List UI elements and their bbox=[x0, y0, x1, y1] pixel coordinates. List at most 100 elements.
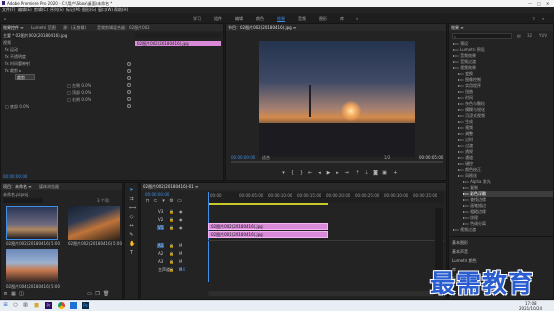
pen-tool-icon[interactable]: ✎ bbox=[129, 233, 134, 238]
effect-motion[interactable]: fx 运动 bbox=[5, 47, 18, 52]
track-header[interactable]: A3 🔒 M bbox=[143, 258, 207, 265]
crop-bottom[interactable]: □ 底部 0.0% bbox=[5, 104, 29, 109]
razor-tool-icon[interactable]: ◇ bbox=[129, 215, 134, 220]
ripple-edit-tool-icon[interactable]: ⟺ bbox=[129, 206, 136, 211]
minimize-button[interactable]: — bbox=[528, 1, 532, 6]
lock-icon[interactable]: 🔒 bbox=[169, 217, 174, 222]
captions-icon[interactable]: ▭ bbox=[177, 199, 182, 204]
track-header[interactable]: 主声道 🔒 M bbox=[143, 266, 207, 273]
tab-media-browser[interactable]: 媒体浏览器 bbox=[39, 184, 59, 189]
time-ruler[interactable]: 00:00 00:00:05:00 00:00:10:00 00:00:15:00 00… bbox=[208, 192, 444, 203]
trash-icon[interactable]: 🗑 bbox=[103, 292, 109, 297]
project-item-name[interactable]: 02图片002(20180416).jpg bbox=[68, 241, 112, 246]
keyframe-toggle-icon[interactable] bbox=[127, 97, 131, 101]
more-workspaces-icon[interactable]: » bbox=[356, 16, 358, 21]
export-icon[interactable]: ⇪ bbox=[532, 16, 535, 21]
export-frame-icon[interactable]: ◙ bbox=[373, 171, 378, 176]
new-bin-icon[interactable]: ▭ bbox=[87, 292, 92, 297]
go-to-out-icon[interactable]: ⇥ bbox=[344, 171, 349, 176]
yuv-effects-icon[interactable]: YUV bbox=[539, 33, 547, 38]
timeline-sequence-tab[interactable]: 02图片002(20180416)-01 ≡ bbox=[143, 184, 198, 189]
tab-effects[interactable]: 效果 ≡ bbox=[451, 25, 464, 30]
workspace-color[interactable]: 颜色 bbox=[256, 16, 264, 21]
menu-clip[interactable]: 剪辑(C) bbox=[34, 7, 48, 12]
workspace-assembly[interactable]: 组件 bbox=[214, 16, 222, 21]
mute-icon[interactable]: M bbox=[179, 243, 182, 248]
explorer-icon[interactable]: ▆ bbox=[34, 303, 39, 308]
track-header[interactable]: A2 🔒 M bbox=[143, 250, 207, 257]
clock-date[interactable]: 2021/10/24 bbox=[519, 306, 542, 311]
effects-search-input[interactable]: ⌕ bbox=[452, 33, 512, 39]
tab-lumetri-scopes[interactable]: Lumetri 范围 bbox=[31, 25, 56, 30]
photoshop-icon[interactable]: Ps bbox=[82, 302, 89, 309]
lock-icon[interactable]: 🔒 bbox=[169, 243, 174, 248]
track-header[interactable]: V2 🔒 ◉ bbox=[143, 216, 207, 223]
keyframe-toggle-icon[interactable] bbox=[127, 90, 131, 94]
home-icon[interactable]: ⌂ bbox=[4, 16, 7, 21]
premiere-icon[interactable]: Pr bbox=[45, 302, 52, 309]
add-marker-icon[interactable]: ▾ bbox=[281, 171, 286, 176]
linked-selection-icon[interactable]: ⊂ bbox=[153, 199, 158, 204]
windows-icon[interactable]: ⊞ bbox=[3, 303, 8, 308]
master-volume-value[interactable]: 0.0 bbox=[179, 267, 185, 272]
freeform-view-icon[interactable]: ◫ bbox=[19, 292, 24, 297]
project-item-thumbnail[interactable] bbox=[6, 206, 58, 240]
menu-marker[interactable]: 标记(M) bbox=[66, 7, 81, 12]
project-item-thumbnail[interactable] bbox=[6, 249, 58, 283]
program-monitor-tab[interactable]: 节目：02图片002(20180416).jpg ≡ bbox=[228, 25, 296, 30]
workspace-audio[interactable]: 音频 bbox=[298, 16, 306, 21]
menu-graphics[interactable]: 图形(G) bbox=[82, 7, 96, 12]
program-timecode[interactable]: 00:00:00:00 bbox=[231, 155, 255, 160]
project-search-input[interactable] bbox=[3, 198, 43, 203]
step-forward-icon[interactable]: ▸ bbox=[335, 171, 340, 176]
mute-icon[interactable]: M bbox=[179, 251, 182, 256]
menu-sequence[interactable]: 序列(S) bbox=[50, 7, 64, 12]
hand-tool-icon[interactable]: ✋ bbox=[129, 242, 135, 247]
mute-icon[interactable]: M bbox=[179, 259, 182, 264]
selection-tool-icon[interactable]: ➤ bbox=[129, 188, 134, 193]
workspace-learn[interactable]: 学习 bbox=[193, 16, 201, 21]
effects-tree-item[interactable]: ▸▭ 视频过渡 bbox=[453, 227, 543, 233]
mark-in-icon[interactable]: { bbox=[290, 171, 295, 176]
project-item-thumbnail[interactable] bbox=[68, 206, 120, 240]
menu-window[interactable]: 窗口(W) bbox=[98, 7, 113, 12]
list-view-icon[interactable]: ≡ bbox=[3, 292, 8, 297]
tab-effect-controls[interactable]: 效果控件 ≡ bbox=[3, 25, 24, 30]
tab-audio-mixer[interactable]: 音频剪辑混合器：02图片002 bbox=[97, 25, 150, 30]
icon-view-icon[interactable]: ▦ bbox=[11, 292, 16, 297]
mini-timeline-clip[interactable]: 02图片002(20180416).jpg bbox=[135, 41, 221, 46]
lock-icon[interactable]: 🔒 bbox=[169, 259, 174, 264]
panel-essential-sound[interactable]: 基本声音 bbox=[452, 249, 468, 254]
effect-time-remap[interactable]: fx 时间重映射 bbox=[5, 61, 30, 66]
snap-icon[interactable]: ⊓ bbox=[145, 199, 150, 204]
search-icon[interactable]: ⌕ bbox=[542, 16, 544, 21]
type-tool-icon[interactable]: T bbox=[129, 251, 134, 256]
keyframe-toggle-icon[interactable] bbox=[127, 104, 131, 108]
tab-project[interactable]: 项目：未命名 ≡ bbox=[3, 184, 32, 189]
eye-icon[interactable]: ◉ bbox=[179, 225, 183, 230]
track-header[interactable]: V1 🔒 ◉ bbox=[143, 224, 207, 231]
crop-left[interactable]: □ 左侧 0.0% bbox=[67, 83, 91, 88]
step-back-icon[interactable]: ◂ bbox=[317, 171, 322, 176]
add-marker-icon[interactable]: ▾ bbox=[161, 199, 166, 204]
lock-icon[interactable]: 🔒 bbox=[169, 209, 174, 214]
timeline-clip[interactable]: 02图片001(20180416).jpg bbox=[208, 231, 328, 238]
keyframe-toggle-icon[interactable] bbox=[127, 76, 131, 80]
taskview-icon[interactable]: ▥ bbox=[23, 303, 28, 308]
new-item-icon[interactable]: ❐ bbox=[95, 292, 100, 297]
menu-file[interactable]: 文件(F) bbox=[2, 7, 15, 12]
track-header[interactable]: A1 🔒 M bbox=[143, 242, 207, 249]
video-frame[interactable] bbox=[259, 41, 415, 157]
timeline-clip[interactable]: 02图片002(20180416).jpg bbox=[208, 223, 328, 230]
maximize-button[interactable]: □ bbox=[537, 1, 541, 6]
close-button[interactable]: ✕ bbox=[546, 1, 549, 6]
keyframe-toggle-icon[interactable] bbox=[127, 62, 131, 66]
crop-top[interactable]: □ 顶部 0.0% bbox=[67, 90, 91, 95]
track-header[interactable]: V3 🔒 ◉ bbox=[143, 208, 207, 215]
menu-help[interactable]: 帮助(H) bbox=[114, 7, 128, 12]
crop-right[interactable]: □ 右侧 0.0% bbox=[67, 97, 91, 102]
add-button-icon[interactable]: + bbox=[393, 171, 398, 176]
menu-edit[interactable]: 编辑(E) bbox=[18, 7, 32, 12]
project-item-name[interactable]: 02图片004(20180416).jpg bbox=[6, 284, 50, 289]
extract-icon[interactable]: ⇣ bbox=[364, 171, 369, 176]
